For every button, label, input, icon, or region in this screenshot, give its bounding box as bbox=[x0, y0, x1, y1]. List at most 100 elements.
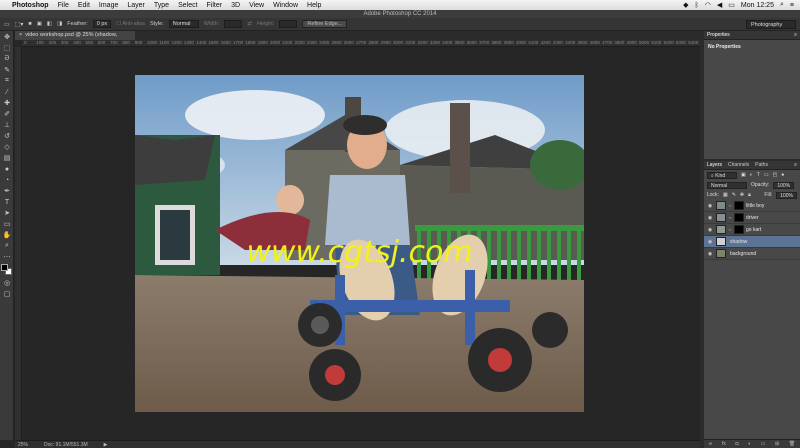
shape-tool-icon[interactable]: ▭ bbox=[2, 219, 12, 229]
layer-mask-thumbnail[interactable] bbox=[734, 201, 744, 210]
blend-mode-select[interactable]: Normal bbox=[707, 181, 747, 189]
doc-size[interactable]: Doc: 91.1M/551.3M bbox=[44, 442, 88, 448]
lock-position-icon[interactable]: ✥ bbox=[740, 192, 744, 198]
menu-edit[interactable]: Edit bbox=[78, 2, 90, 9]
filter-shape-icon[interactable]: ▭ bbox=[764, 172, 769, 178]
pen-tool-icon[interactable]: ✒ bbox=[2, 186, 12, 196]
clock[interactable]: Mon 12:25 bbox=[741, 2, 774, 9]
adjustment-layer-icon[interactable]: ◐ bbox=[748, 441, 751, 447]
search-icon[interactable]: ⌕ bbox=[780, 1, 784, 9]
marquee-tool-icon[interactable]: ⬚ bbox=[2, 43, 12, 53]
add-mask-icon[interactable]: ◘ bbox=[735, 441, 738, 447]
menu-filter[interactable]: Filter bbox=[207, 2, 223, 9]
new-group-icon[interactable]: ▭ bbox=[761, 441, 766, 447]
screen-mode-icon[interactable]: ▢ bbox=[2, 289, 12, 299]
color-swatches[interactable] bbox=[1, 264, 13, 276]
menu-app[interactable]: Photoshop bbox=[12, 2, 49, 9]
tab-channels[interactable]: Channels bbox=[728, 162, 749, 168]
kind-filter-select[interactable]: ⌕ Kind bbox=[707, 171, 737, 179]
mask-link-icon[interactable]: ∞ bbox=[728, 227, 732, 232]
vertical-ruler[interactable] bbox=[15, 47, 22, 440]
layer-row-selected[interactable]: ◉ shadow bbox=[704, 236, 800, 248]
layer-row[interactable]: ◉ background bbox=[704, 248, 800, 260]
bluetooth-icon[interactable]: ᛒ bbox=[695, 2, 699, 9]
lock-pixels-icon[interactable]: ✎ bbox=[732, 192, 736, 198]
feather-input[interactable]: 0 px bbox=[92, 20, 112, 28]
lock-transparency-icon[interactable]: ▦ bbox=[723, 192, 728, 198]
crop-tool-icon[interactable]: ⌗ bbox=[2, 76, 12, 86]
trash-icon[interactable]: 🗑︎ bbox=[789, 441, 795, 447]
foreground-color-swatch[interactable] bbox=[1, 264, 8, 271]
add-selection-icon[interactable]: ▣ bbox=[37, 21, 42, 27]
quick-select-tool-icon[interactable]: ✎ bbox=[2, 65, 12, 75]
layer-style-icon[interactable]: fx bbox=[722, 441, 726, 447]
marquee-preset-icon[interactable]: ⬚▾ bbox=[15, 21, 24, 28]
filter-toggle-icon[interactable]: ● bbox=[781, 172, 784, 178]
document-image[interactable]: www.cgtsj.com bbox=[135, 75, 584, 412]
type-tool-icon[interactable]: T bbox=[2, 197, 12, 207]
canvas-area[interactable]: www.cgtsj.com bbox=[22, 47, 700, 440]
height-input[interactable] bbox=[279, 20, 298, 28]
menu-window[interactable]: Window bbox=[273, 2, 298, 9]
layer-mask-thumbnail[interactable] bbox=[734, 213, 744, 222]
zoom-tool-icon[interactable]: ⌕ bbox=[2, 241, 12, 251]
visibility-eye-icon[interactable]: ◉ bbox=[706, 239, 714, 245]
visibility-eye-icon[interactable]: ◉ bbox=[706, 227, 714, 233]
menu-select[interactable]: Select bbox=[178, 2, 197, 9]
fill-input[interactable]: 100% bbox=[776, 191, 797, 199]
healing-tool-icon[interactable]: ✚ bbox=[2, 98, 12, 108]
horizontal-ruler[interactable]: 0 100 200 300 400 500 600 700 800 900 1000 1100 1200… bbox=[22, 40, 700, 47]
lasso-tool-icon[interactable]: ᘐ bbox=[2, 54, 12, 64]
filter-type-icon[interactable]: T bbox=[757, 172, 760, 178]
zoom-level[interactable]: 25% bbox=[18, 442, 28, 448]
eraser-tool-icon[interactable]: ◇ bbox=[2, 142, 12, 152]
layer-row[interactable]: ◉ ∞ little boy bbox=[704, 200, 800, 212]
edit-toolbar-icon[interactable]: ⋯ bbox=[2, 252, 12, 262]
document-tab[interactable]: × video workshop.psd @ 25% (shadow, RGB/… bbox=[15, 31, 135, 47]
opacity-input[interactable]: 100% bbox=[773, 181, 795, 189]
tab-properties[interactable]: Properties bbox=[707, 32, 730, 38]
wifi-icon[interactable]: ◠ bbox=[705, 1, 711, 9]
menu-image[interactable]: Image bbox=[99, 2, 118, 9]
refine-edge-button[interactable]: Refine Edge... bbox=[302, 20, 348, 28]
brush-tool-icon[interactable]: ✐ bbox=[2, 109, 12, 119]
visibility-eye-icon[interactable]: ◉ bbox=[706, 251, 714, 257]
history-brush-tool-icon[interactable]: ↺ bbox=[2, 131, 12, 141]
clone-stamp-tool-icon[interactable]: ⊥ bbox=[2, 120, 12, 130]
quick-mask-icon[interactable]: ◎ bbox=[2, 278, 12, 288]
menu-type[interactable]: Type bbox=[154, 2, 169, 9]
path-select-tool-icon[interactable]: ➤ bbox=[2, 208, 12, 218]
lock-all-icon[interactable]: 🔒︎ bbox=[748, 192, 751, 198]
volume-icon[interactable]: ◀ bbox=[717, 1, 722, 9]
intersect-selection-icon[interactable]: ◨ bbox=[57, 21, 62, 27]
width-input[interactable] bbox=[224, 20, 243, 28]
tab-layers[interactable]: Layers bbox=[707, 162, 722, 168]
subtract-selection-icon[interactable]: ◧ bbox=[47, 21, 52, 27]
new-selection-icon[interactable]: ■ bbox=[28, 21, 31, 27]
swap-icon[interactable]: ⇄ bbox=[247, 21, 252, 27]
notifications-icon[interactable]: ≡ bbox=[790, 2, 794, 9]
menu-3d[interactable]: 3D bbox=[231, 2, 240, 9]
style-select[interactable]: Normal bbox=[168, 20, 199, 28]
anti-alias-checkbox[interactable]: ☐ Anti-alias bbox=[116, 21, 145, 27]
filter-smart-icon[interactable]: ◰ bbox=[773, 172, 778, 178]
visibility-eye-icon[interactable]: ◉ bbox=[706, 203, 714, 209]
visibility-eye-icon[interactable]: ◉ bbox=[706, 215, 714, 221]
layers-panel-menu-icon[interactable]: ≡ bbox=[794, 162, 797, 168]
filter-adjust-icon[interactable]: ◐ bbox=[750, 172, 753, 178]
gradient-tool-icon[interactable]: ▤ bbox=[2, 153, 12, 163]
layer-row[interactable]: ◉ ∞ driver bbox=[704, 212, 800, 224]
filter-pixel-icon[interactable]: ▣ bbox=[741, 172, 746, 178]
new-layer-icon[interactable]: ⊞ bbox=[775, 441, 779, 447]
hand-tool-icon[interactable]: ✋ bbox=[2, 230, 12, 240]
mask-link-icon[interactable]: ∞ bbox=[728, 203, 732, 208]
panel-menu-icon[interactable]: ≡ bbox=[794, 32, 797, 38]
close-tab-icon[interactable]: × bbox=[19, 31, 22, 40]
battery-icon[interactable]: ▭ bbox=[728, 1, 735, 9]
menu-layer[interactable]: Layer bbox=[127, 2, 145, 9]
menu-view[interactable]: View bbox=[249, 2, 264, 9]
mask-link-icon[interactable]: ∞ bbox=[728, 215, 732, 220]
photoshop-home-icon[interactable]: ▭ bbox=[4, 21, 10, 28]
dropbox-icon[interactable]: ◆ bbox=[683, 1, 688, 9]
menu-file[interactable]: File bbox=[58, 2, 69, 9]
